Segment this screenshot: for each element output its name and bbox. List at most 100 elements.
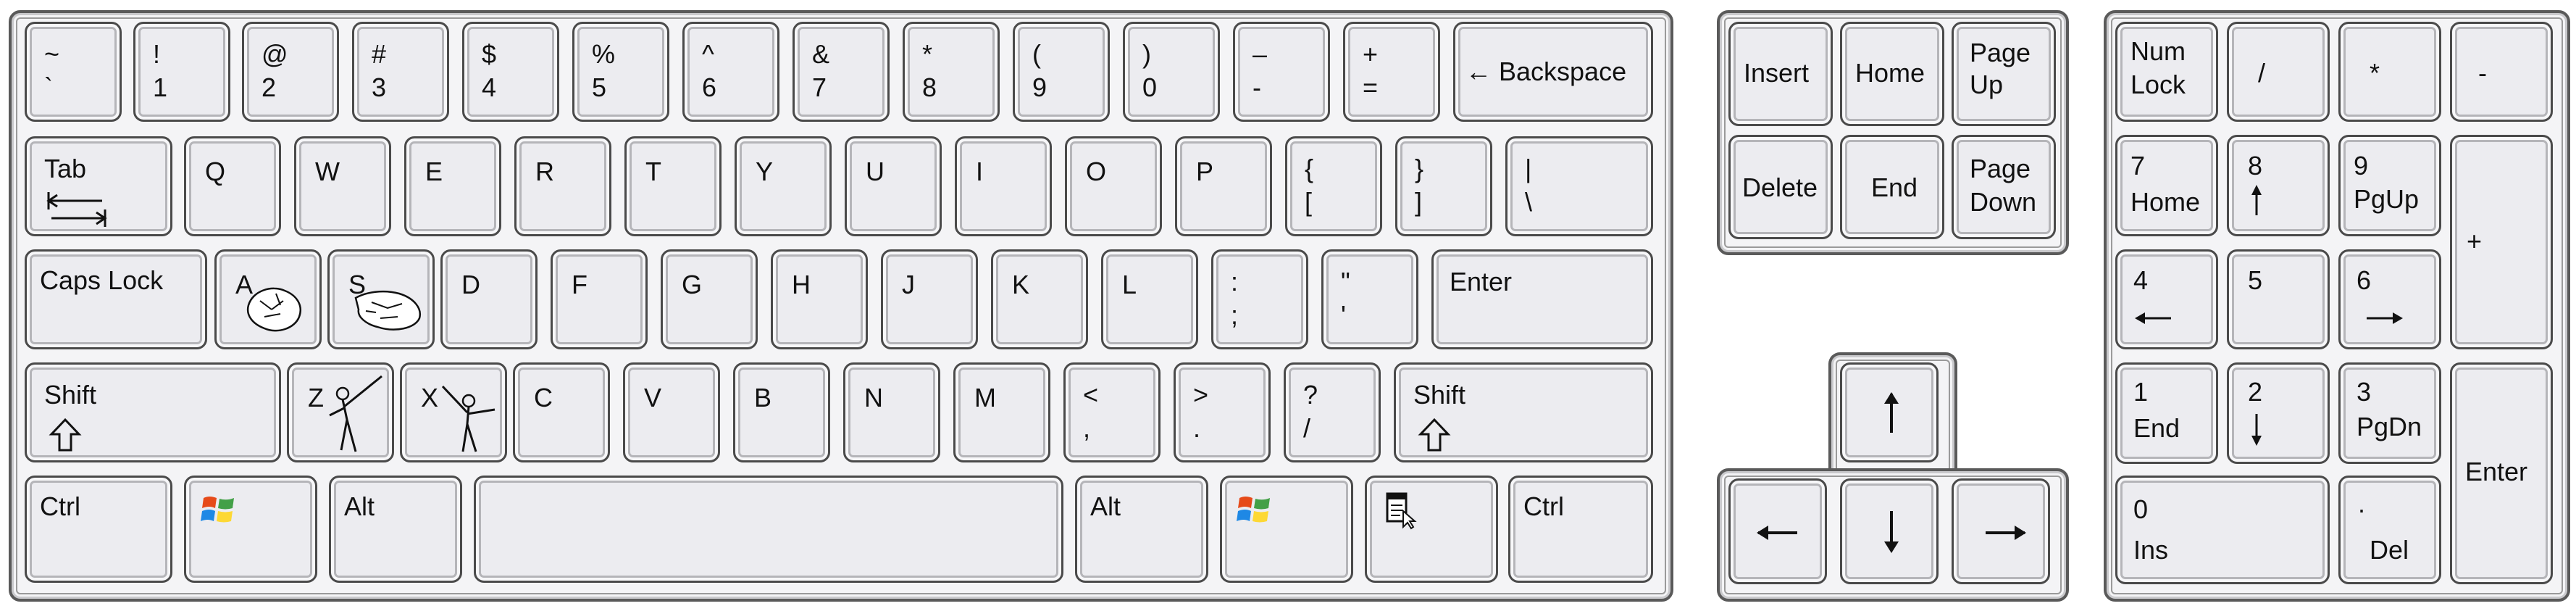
key-numpad-divide[interactable]: /: [2227, 22, 2330, 122]
key-y[interactable]: Y: [735, 136, 832, 236]
key-left-ctrl[interactable]: Ctrl: [25, 476, 172, 583]
key-numpad-decimal[interactable]: . Del: [2338, 476, 2441, 584]
key-numpad-1[interactable]: 1 End: [2115, 362, 2218, 464]
kicking-figure-icon: [441, 385, 495, 452]
key-space[interactable]: [474, 476, 1063, 583]
key-numpad-6[interactable]: 6: [2338, 249, 2441, 349]
key-backslash[interactable]: | \: [1505, 136, 1653, 236]
key-backspace[interactable]: ← Backspace: [1453, 22, 1653, 122]
key-period[interactable]: >.: [1174, 362, 1271, 462]
key-page-down[interactable]: Page Down: [1952, 135, 2056, 239]
key-numpad-2[interactable]: 2: [2227, 362, 2330, 464]
key-q[interactable]: Q: [184, 136, 281, 236]
key-left-windows[interactable]: [184, 476, 317, 583]
fist-sketch-icon: [246, 287, 301, 332]
key-page-up[interactable]: Page Up: [1952, 22, 2056, 126]
arrow-left-icon: [2135, 312, 2171, 324]
hand-sketch-icon: [354, 290, 422, 331]
key-s[interactable]: S: [327, 249, 435, 349]
key-arrow-left[interactable]: [1728, 478, 1827, 584]
key-2[interactable]: @2: [242, 22, 339, 122]
key-d[interactable]: D: [440, 249, 538, 349]
key-equals[interactable]: + =: [1343, 22, 1440, 122]
key-right-windows[interactable]: [1220, 476, 1353, 583]
key-h[interactable]: H: [771, 249, 868, 349]
key-t[interactable]: T: [624, 136, 722, 236]
key-numpad-0[interactable]: 0 Ins: [2115, 476, 2330, 584]
key-numpad-7[interactable]: 7 Home: [2115, 135, 2218, 236]
key-numpad-4[interactable]: 4: [2115, 249, 2218, 349]
key-e[interactable]: E: [404, 136, 501, 236]
key-menu[interactable]: [1365, 476, 1498, 583]
arrow-left-icon: [1757, 526, 1797, 540]
key-g[interactable]: G: [661, 249, 758, 349]
key-m[interactable]: M: [953, 362, 1050, 462]
key-z[interactable]: Z: [287, 362, 394, 462]
key-numpad-3[interactable]: 3 PgDn: [2338, 362, 2441, 464]
key-p[interactable]: P: [1175, 136, 1272, 236]
key-caps-lock[interactable]: Caps Lock: [25, 249, 207, 349]
key-right-shift[interactable]: Shift: [1394, 362, 1653, 462]
key-numpad-enter[interactable]: Enter: [2450, 362, 2553, 584]
key-numpad-9[interactable]: 9 PgUp: [2338, 135, 2441, 236]
arrow-down-icon: [1884, 511, 1899, 553]
key-w[interactable]: W: [294, 136, 391, 236]
key-numpad-8[interactable]: 8: [2227, 135, 2330, 236]
key-insert[interactable]: Insert: [1728, 22, 1833, 126]
key-numpad-subtract[interactable]: -: [2450, 22, 2553, 122]
key-f[interactable]: F: [551, 249, 648, 349]
key-end[interactable]: End: [1840, 135, 1944, 239]
key-5[interactable]: % 5: [572, 22, 669, 122]
key-4[interactable]: $4: [462, 22, 559, 122]
key-tab[interactable]: Tab: [25, 136, 172, 236]
key-u[interactable]: U: [845, 136, 942, 236]
key-o[interactable]: O: [1065, 136, 1162, 236]
key-c[interactable]: C: [513, 362, 610, 462]
key-1[interactable]: ! 1: [133, 22, 230, 122]
key-numpad-multiply[interactable]: *: [2338, 22, 2441, 122]
key-b[interactable]: B: [733, 362, 830, 462]
context-menu-icon: [1386, 492, 1417, 530]
key-v[interactable]: V: [623, 362, 720, 462]
key-arrow-down[interactable]: [1840, 478, 1939, 584]
key-left-shift[interactable]: Shift: [25, 362, 281, 462]
key-comma[interactable]: <,: [1063, 362, 1161, 462]
key-left-alt[interactable]: Alt: [329, 476, 462, 583]
key-x[interactable]: X: [400, 362, 507, 462]
arrow-right-icon: [1986, 526, 2026, 540]
key-left-brace[interactable]: {[: [1285, 136, 1382, 236]
key-3[interactable]: #3: [352, 22, 449, 122]
key-right-alt[interactable]: Alt: [1075, 476, 1208, 583]
shift-arrow-icon: [1418, 418, 1451, 452]
key-numpad-5[interactable]: 5: [2227, 249, 2330, 349]
key-right-brace[interactable]: }]: [1395, 136, 1492, 236]
backspace-arrow-icon: ←: [1465, 57, 1492, 86]
key-i[interactable]: I: [955, 136, 1052, 236]
key-n[interactable]: N: [843, 362, 940, 462]
key-6[interactable]: ^ 6: [682, 22, 779, 122]
key-delete[interactable]: Delete: [1728, 135, 1833, 239]
key-r[interactable]: R: [514, 136, 611, 236]
arrow-down-icon: [2251, 414, 2262, 446]
key-8[interactable]: * 8: [903, 22, 1000, 122]
key-j[interactable]: J: [881, 249, 978, 349]
key-arrow-right[interactable]: [1952, 478, 2050, 584]
key-slash[interactable]: ? /: [1284, 362, 1381, 462]
key-minus[interactable]: – -: [1233, 22, 1330, 122]
key-enter[interactable]: Enter: [1431, 249, 1653, 349]
key-numpad-add[interactable]: +: [2450, 135, 2553, 349]
key-right-ctrl[interactable]: Ctrl: [1508, 476, 1653, 583]
arrow-up-icon: [2251, 185, 2262, 215]
key-tilde[interactable]: ~ `: [25, 22, 122, 122]
key-num-lock[interactable]: Num Lock: [2115, 22, 2218, 122]
key-home[interactable]: Home: [1840, 22, 1944, 126]
key-quote[interactable]: " ': [1321, 249, 1418, 349]
key-9[interactable]: (9: [1013, 22, 1110, 122]
key-arrow-up[interactable]: [1840, 362, 1939, 462]
key-l[interactable]: L: [1101, 249, 1198, 349]
key-0[interactable]: ) 0: [1123, 22, 1220, 122]
key-k[interactable]: K: [991, 249, 1088, 349]
key-a[interactable]: A: [214, 249, 322, 349]
key-semicolon[interactable]: :;: [1211, 249, 1308, 349]
key-7[interactable]: & 7: [793, 22, 890, 122]
